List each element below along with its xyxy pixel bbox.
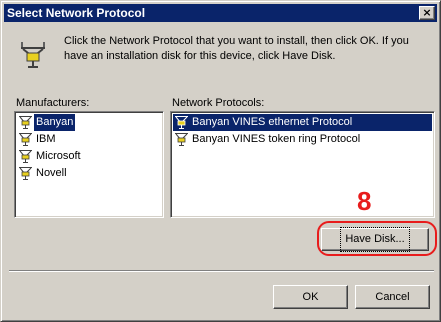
list-item[interactable]: Banyan (17, 114, 161, 131)
protocol-icon (19, 167, 32, 180)
protocol-icon (175, 133, 188, 146)
protocol-icon (175, 116, 188, 129)
manufacturer-label: IBM (36, 133, 56, 145)
have-disk-button[interactable]: Have Disk... (321, 227, 429, 252)
instructions-text: Click the Network Protocol that you want… (64, 35, 409, 62)
close-icon: × (422, 6, 432, 19)
network-protocols-list[interactable]: Banyan VINES ethernet Protocol Banyan VI… (170, 111, 435, 218)
protocol-icon (19, 133, 32, 146)
list-item[interactable]: Microsoft (17, 148, 161, 165)
dialog-window: Select Network Protocol × Click the Netw… (0, 0, 441, 322)
title-bar[interactable]: Select Network Protocol × (4, 4, 437, 22)
manufacturer-label: Novell (36, 167, 67, 179)
list-item[interactable]: Banyan VINES ethernet Protocol (173, 114, 432, 131)
protocol-label: Banyan VINES token ring Protocol (192, 133, 361, 145)
list-item[interactable]: IBM (17, 131, 161, 148)
network-protocol-icon (21, 42, 45, 68)
ok-button[interactable]: OK (273, 285, 348, 309)
protocol-icon (19, 116, 32, 129)
cancel-button[interactable]: Cancel (355, 285, 430, 309)
divider (9, 270, 434, 272)
manufacturers-list[interactable]: Banyan IBM Microsoft Novell (14, 111, 164, 218)
manufacturer-label: Microsoft (36, 150, 81, 162)
protocol-icon (19, 150, 32, 163)
manufacturer-label: Banyan (34, 114, 76, 131)
window-title: Select Network Protocol (7, 6, 146, 20)
list-item[interactable]: Banyan VINES token ring Protocol (173, 131, 432, 148)
ok-label: OK (302, 291, 319, 303)
have-disk-label: Have Disk... (340, 227, 410, 252)
cancel-label: Cancel (375, 291, 410, 303)
network-protocols-label: Network Protocols: (172, 97, 265, 109)
list-item[interactable]: Novell (17, 165, 161, 182)
protocol-label: Banyan VINES ethernet Protocol (192, 116, 353, 128)
close-button[interactable]: × (419, 6, 435, 20)
manufacturers-label: Manufacturers: (16, 97, 90, 109)
step-number-annotation: 8 (357, 186, 372, 216)
